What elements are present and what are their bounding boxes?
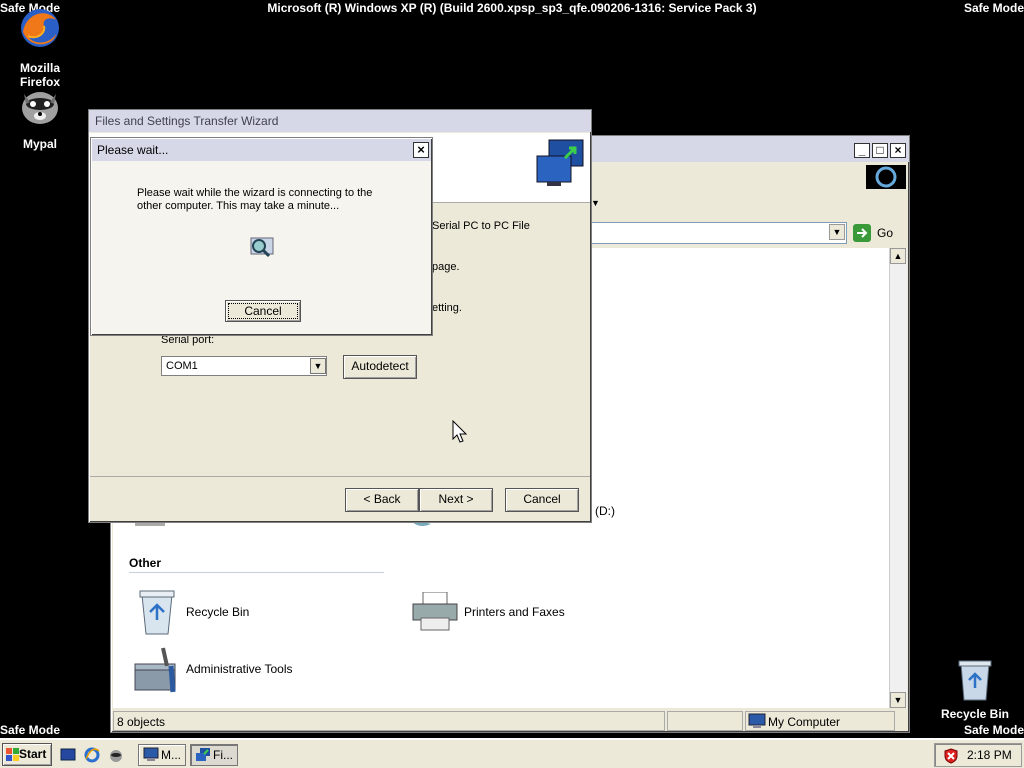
internet-explorer-icon[interactable] (84, 747, 100, 763)
safe-mode-label-bl: Safe Mode (0, 723, 61, 737)
search-computer-icon (245, 234, 277, 262)
dialog-cancel-button[interactable]: Cancel (225, 300, 301, 322)
address-input[interactable] (590, 222, 847, 244)
desktop-icon-recycle-bin-label: Recycle Bin (940, 707, 1010, 721)
address-dropdown-button[interactable]: ▼ (829, 224, 845, 240)
wizard-text-serial: Serial PC to PC File (432, 220, 530, 232)
status-bar-middle (667, 711, 743, 731)
admin-tools-icon (134, 647, 176, 693)
item-administrative-tools[interactable]: Administrative Tools (131, 644, 401, 696)
taskbar-transfer-wizard-label: Fi... (213, 748, 233, 762)
toolbar-dropdown-arrow[interactable]: ▼ (591, 194, 607, 212)
wizard-text-page: page. (432, 261, 460, 273)
security-alert-icon[interactable] (943, 748, 959, 764)
item-administrative-tools-label: Administrative Tools (186, 662, 293, 676)
wizard-cancel-button[interactable]: Cancel (505, 488, 579, 512)
please-wait-message: Please wait while the wizard is connecti… (137, 187, 373, 212)
my-computer-icon (748, 713, 766, 728)
windows-logo-throbber (866, 165, 906, 189)
mouse-cursor-icon (452, 420, 468, 443)
desktop-icon-firefox[interactable]: Mozilla Firefox (0, 6, 80, 89)
wizard-titlebar[interactable]: Files and Settings Transfer Wizard (89, 110, 591, 132)
safe-mode-label-br: Safe Mode (963, 723, 1024, 737)
go-arrow-icon (853, 224, 871, 242)
status-location: My Computer (768, 715, 841, 729)
transfer-wizard-icon (196, 748, 210, 761)
start-button[interactable]: Start (2, 743, 52, 766)
section-other-heading: Other (129, 556, 162, 570)
section-divider (129, 572, 384, 573)
drive-d-label[interactable]: (D:) (595, 504, 615, 518)
taskbar-transfer-wizard[interactable]: Fi... (190, 744, 238, 766)
my-computer-icon (143, 747, 159, 761)
wizard-text-setting: etting. (432, 302, 462, 314)
system-tray: 2:18 PM (934, 743, 1022, 767)
safe-mode-label-tr: Safe Mode (963, 1, 1024, 15)
item-printers-faxes-label: Printers and Faxes (464, 605, 565, 619)
chevron-down-icon[interactable]: ▼ (310, 358, 326, 374)
scroll-up-icon[interactable]: ▲ (890, 248, 906, 264)
taskbar-my-computer-label: M... (161, 748, 181, 762)
recycle-bin-icon (139, 590, 175, 635)
taskbar-my-computer[interactable]: M... (138, 744, 186, 766)
status-object-count: 8 objects (117, 715, 166, 729)
desktop-icon-mypal-label: Mypal (22, 137, 57, 151)
please-wait-dialog[interactable]: Please wait... × Please wait while the w… (90, 137, 433, 336)
status-bar-left: 8 objects (113, 711, 665, 731)
os-build-banner: Microsoft (R) Windows XP (R) (Build 2600… (267, 1, 757, 15)
desktop-icon-recycle-bin[interactable]: Recycle Bin (935, 658, 1015, 721)
minimize-button[interactable]: _ (854, 143, 870, 158)
printer-icon (412, 592, 458, 631)
back-button[interactable]: < Back (345, 488, 419, 512)
recycle-bin-icon (935, 658, 1015, 705)
next-button[interactable]: Next > (419, 488, 493, 512)
start-label: Start (19, 747, 47, 761)
clock[interactable]: 2:18 PM (967, 748, 1012, 762)
windows-flag-icon (6, 748, 19, 761)
autodetect-button[interactable]: Autodetect (343, 355, 417, 379)
vertical-scrollbar[interactable]: ▲ ▼ (889, 248, 907, 708)
close-button[interactable]: × (890, 143, 906, 158)
please-wait-titlebar[interactable]: Please wait... (92, 139, 431, 161)
status-bar-right: My Computer (745, 711, 895, 731)
item-printers-faxes[interactable]: Printers and Faxes (409, 588, 679, 638)
firefox-icon (0, 6, 80, 53)
item-recycle-bin[interactable]: Recycle Bin (135, 588, 405, 638)
transfer-computers-icon (535, 138, 585, 190)
serial-port-select[interactable]: COM1 ▼ (161, 356, 327, 376)
go-label: Go (877, 226, 894, 240)
scroll-down-icon[interactable]: ▼ (890, 692, 906, 708)
close-icon: × (417, 142, 425, 157)
dialog-close-button[interactable]: × (413, 142, 429, 158)
go-button[interactable]: Go (851, 223, 903, 243)
mypal-quicklaunch-icon[interactable] (108, 747, 124, 763)
taskbar: Start M... Fi... 2:18 PM (0, 738, 1024, 768)
maximize-button[interactable]: □ (872, 143, 888, 158)
serial-port-value: COM1 (166, 360, 198, 372)
desktop-icon-mypal[interactable]: Mypal (0, 84, 80, 151)
wizard-divider (90, 476, 590, 477)
item-recycle-bin-label: Recycle Bin (186, 605, 250, 619)
show-desktop-icon[interactable] (60, 747, 76, 763)
mypal-icon (0, 84, 80, 131)
